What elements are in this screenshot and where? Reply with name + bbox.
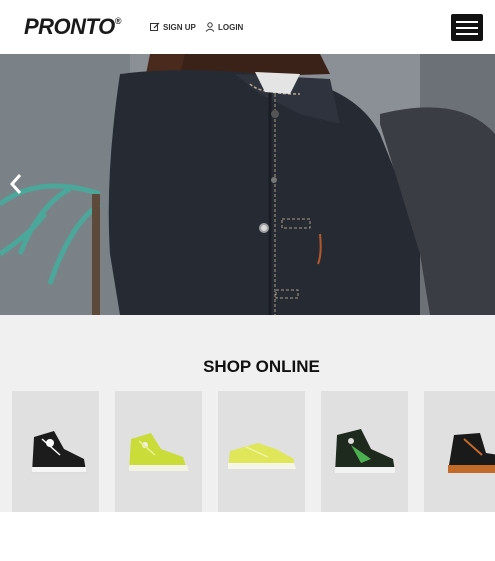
product-carousel[interactable] [12,391,495,512]
black-green-high-top-sneaker-image [335,429,395,473]
hamburger-line [456,26,478,29]
user-icon [205,22,215,32]
hero-image [0,54,495,315]
shop-section: SHOP ONLINE [0,315,495,512]
site-header: PRONTO® SIGN UP LOGIN [0,0,495,54]
logo-text: PRONTO [24,14,115,39]
pronto-logo[interactable]: PRONTO® [24,14,121,40]
carousel-prev-button[interactable] [6,170,26,198]
logo-registered-mark: ® [114,15,122,26]
login-label: LOGIN [218,22,244,32]
carousel-dot-indicator[interactable] [259,223,269,233]
product-card[interactable] [115,391,202,512]
product-card[interactable] [218,391,305,512]
product-card[interactable] [321,391,408,512]
hero-carousel[interactable] [0,54,495,315]
black-white-high-top-sneaker-image [30,431,88,474]
login-link[interactable]: LOGIN [205,22,243,32]
signup-link[interactable]: SIGN UP [150,22,196,32]
lime-high-top-sneaker-image [129,433,189,471]
hamburger-line [456,32,478,35]
chevron-left-icon [9,174,22,194]
black-brown-boot-sneaker-image [448,433,495,473]
menu-button[interactable] [451,14,483,41]
shop-title: SHOP ONLINE [203,357,320,376]
page-bottom-area [0,512,495,561]
hamburger-line [456,20,478,23]
product-card[interactable] [424,391,495,512]
lime-low-top-sneaker-image [228,443,296,469]
signup-label: SIGN UP [163,22,196,32]
edit-icon [150,22,160,31]
product-card[interactable] [12,391,99,512]
